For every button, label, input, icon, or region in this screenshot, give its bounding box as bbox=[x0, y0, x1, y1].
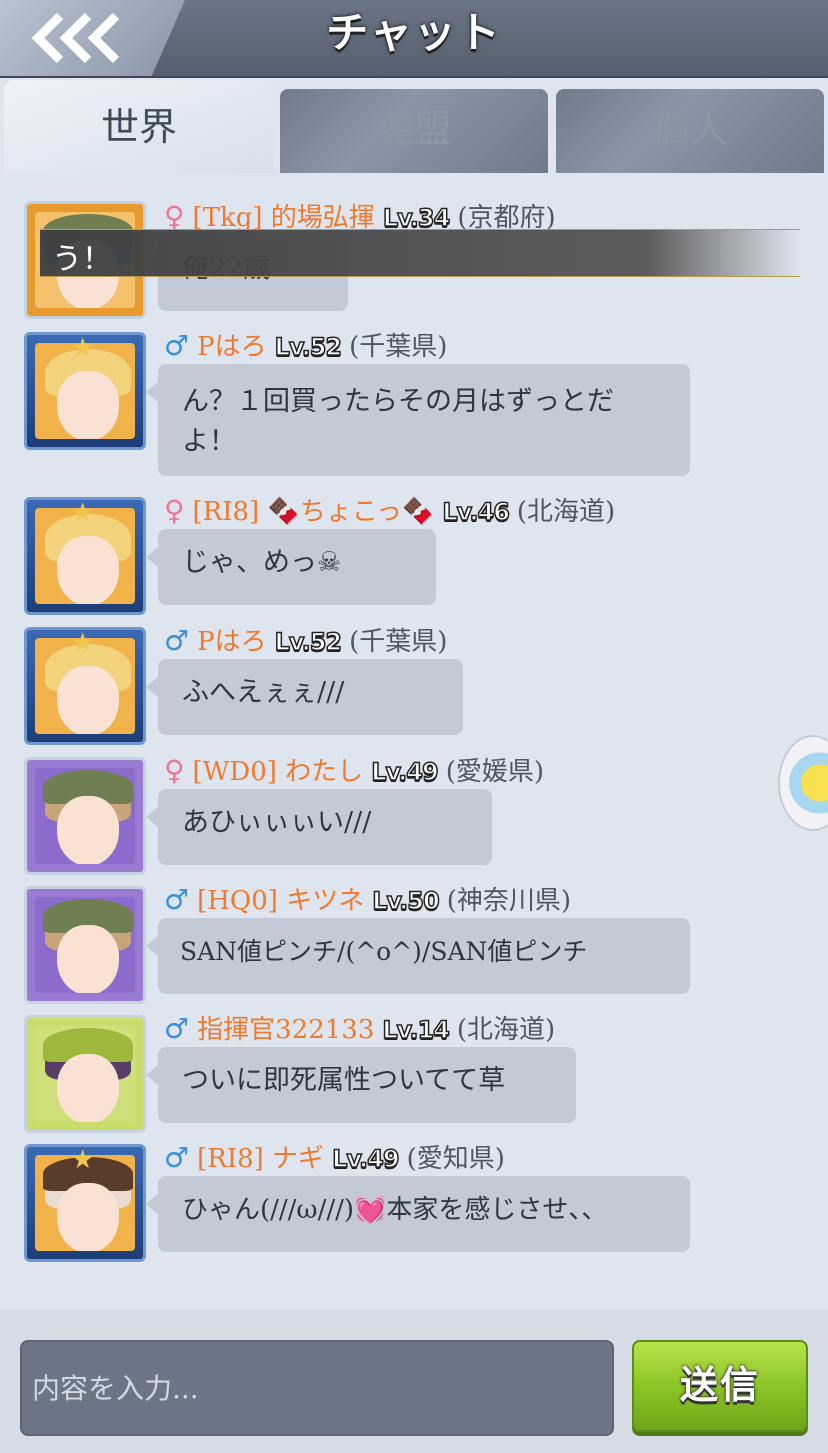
avatar[interactable] bbox=[24, 757, 146, 875]
star-icon: ★ bbox=[71, 333, 95, 363]
username[interactable]: Pはろ bbox=[197, 332, 267, 362]
prefecture: (愛媛県) bbox=[445, 757, 544, 787]
level-badge: Lv.50 bbox=[371, 886, 440, 916]
chat-message: ♂ [HQ0] キツネ Lv.50 (神奈川県) SAN値ピンチ/(^o^)/SAN値… bbox=[0, 882, 828, 1022]
avatar[interactable] bbox=[24, 886, 146, 1004]
system-banner: う！ bbox=[40, 229, 800, 277]
male-icon: ♂ bbox=[164, 329, 190, 362]
username[interactable]: [HQ0] キツネ bbox=[197, 886, 364, 916]
message-header: ♀ [WD0] わたし Lv.49 (愛媛県) bbox=[164, 753, 544, 789]
prefecture: (千葉県) bbox=[349, 332, 448, 362]
tab-personal[interactable]: 個人 bbox=[556, 89, 824, 173]
message-header: ♀ [RI8] 🍫ちょこっ🍫 Lv.46 (北海道) bbox=[164, 493, 615, 529]
chat-composer: 送信 bbox=[0, 1310, 828, 1453]
username[interactable]: [WD0] わたし bbox=[193, 757, 364, 787]
male-icon: ♂ bbox=[164, 1012, 190, 1045]
avatar[interactable]: ★ bbox=[24, 332, 146, 450]
message-bubble: ん？１回買ったらその月はずっとだよ！ bbox=[146, 364, 690, 476]
tab-world[interactable]: 世界 bbox=[4, 80, 274, 173]
message-header: ♂ [RI8] ナギ Lv.49 (愛知県) bbox=[164, 1140, 505, 1176]
avatar[interactable] bbox=[24, 1015, 146, 1133]
level-badge: Lv.52 bbox=[274, 627, 343, 657]
message-header: ♂ Pはろ Lv.52 (千葉県) bbox=[164, 328, 447, 364]
chat-message-list[interactable]: ♀[Tkg] 的場弘揮Lv.34(京都府) 俺22歳 う！ ★ ♂PはろLv.5… bbox=[0, 173, 828, 1310]
level-badge: Lv.52 bbox=[274, 332, 343, 362]
message-bubble: SAN値ピンチ/(^o^)/SAN値ピンチ bbox=[146, 918, 690, 994]
male-icon: ♂ bbox=[164, 883, 190, 916]
level-badge: Lv.49 bbox=[331, 1144, 400, 1174]
message-bubble: ふへえぇぇ/// bbox=[146, 659, 463, 735]
chat-message: ♀[Tkg] 的場弘揮Lv.34(京都府) 俺22歳 う！ bbox=[0, 199, 828, 339]
level-badge: Lv.46 bbox=[442, 497, 511, 527]
avatar[interactable]: ★ bbox=[24, 627, 146, 745]
prefecture: (北海道) bbox=[516, 497, 616, 527]
message-input[interactable] bbox=[22, 1342, 612, 1434]
chat-message: ♂ 指揮官322133 Lv.14 (北海道) ついに即死属性ついてて草 bbox=[0, 1011, 828, 1151]
chat-message: ★ ♂ Pはろ Lv.52 (千葉県) ん？１回買ったらその月はずっとだよ！ bbox=[0, 328, 828, 476]
chat-tabs: 世界 連盟 個人 bbox=[0, 80, 828, 173]
chat-message: ★ ♂ Pはろ Lv.52 (千葉県) ふへえぇぇ/// bbox=[0, 623, 828, 763]
avatar[interactable]: ★ bbox=[24, 497, 146, 615]
chat-message: ♀ [WD0] わたし Lv.49 (愛媛県) あひぃぃぃい/// bbox=[0, 753, 828, 893]
message-header: ♂ [HQ0] キツネ Lv.50 (神奈川県) bbox=[164, 882, 571, 918]
username[interactable]: Pはろ bbox=[197, 627, 267, 657]
message-bubble: あひぃぃぃい/// bbox=[146, 789, 492, 865]
prefecture: (北海道) bbox=[456, 1015, 556, 1045]
prefecture: (神奈川県) bbox=[446, 886, 571, 916]
prefecture: (千葉県) bbox=[349, 627, 448, 657]
username[interactable]: [RI8] ナギ bbox=[197, 1144, 324, 1174]
star-icon: ★ bbox=[71, 628, 95, 658]
male-icon: ♂ bbox=[164, 1141, 190, 1174]
username[interactable]: [RI8] 🍫ちょこっ🍫 bbox=[193, 497, 435, 527]
female-icon: ♀ bbox=[164, 494, 185, 527]
message-bubble: じゃ、めっ☠ bbox=[146, 529, 436, 605]
message-bubble: ひゃん(///ω///)💓本家を感じさせ、、 bbox=[146, 1176, 690, 1252]
chat-message: ★ ♀ [RI8] 🍫ちょこっ🍫 Lv.46 (北海道) じゃ、めっ☠ bbox=[0, 493, 828, 633]
message-header: ♂ 指揮官322133 Lv.14 (北海道) bbox=[164, 1011, 555, 1047]
tab-alliance[interactable]: 連盟 bbox=[280, 89, 548, 173]
username[interactable]: 指揮官322133 bbox=[197, 1015, 374, 1045]
message-bubble: ついに即死属性ついてて草 bbox=[146, 1047, 576, 1123]
page-title: チャット bbox=[326, 8, 502, 57]
prefecture: (愛知県) bbox=[406, 1144, 505, 1174]
female-icon: ♀ bbox=[164, 754, 185, 787]
level-badge: Lv.14 bbox=[382, 1015, 451, 1045]
header-bar: チャット bbox=[0, 0, 828, 78]
message-header: ♂ Pはろ Lv.52 (千葉県) bbox=[164, 623, 447, 659]
banner-text: う！ bbox=[52, 242, 112, 277]
star-icon: ★ bbox=[71, 498, 95, 528]
star-icon: ★ bbox=[71, 1145, 95, 1175]
chat-message: ★ ♂ [RI8] ナギ Lv.49 (愛知県) ひゃん(///ω///)💓本家を感じ… bbox=[0, 1140, 828, 1280]
male-icon: ♂ bbox=[164, 624, 190, 657]
level-badge: Lv.49 bbox=[370, 757, 439, 787]
avatar[interactable]: ★ bbox=[24, 1144, 146, 1262]
send-button[interactable]: 送信 bbox=[632, 1340, 808, 1432]
message-input-wrapper bbox=[20, 1340, 614, 1436]
